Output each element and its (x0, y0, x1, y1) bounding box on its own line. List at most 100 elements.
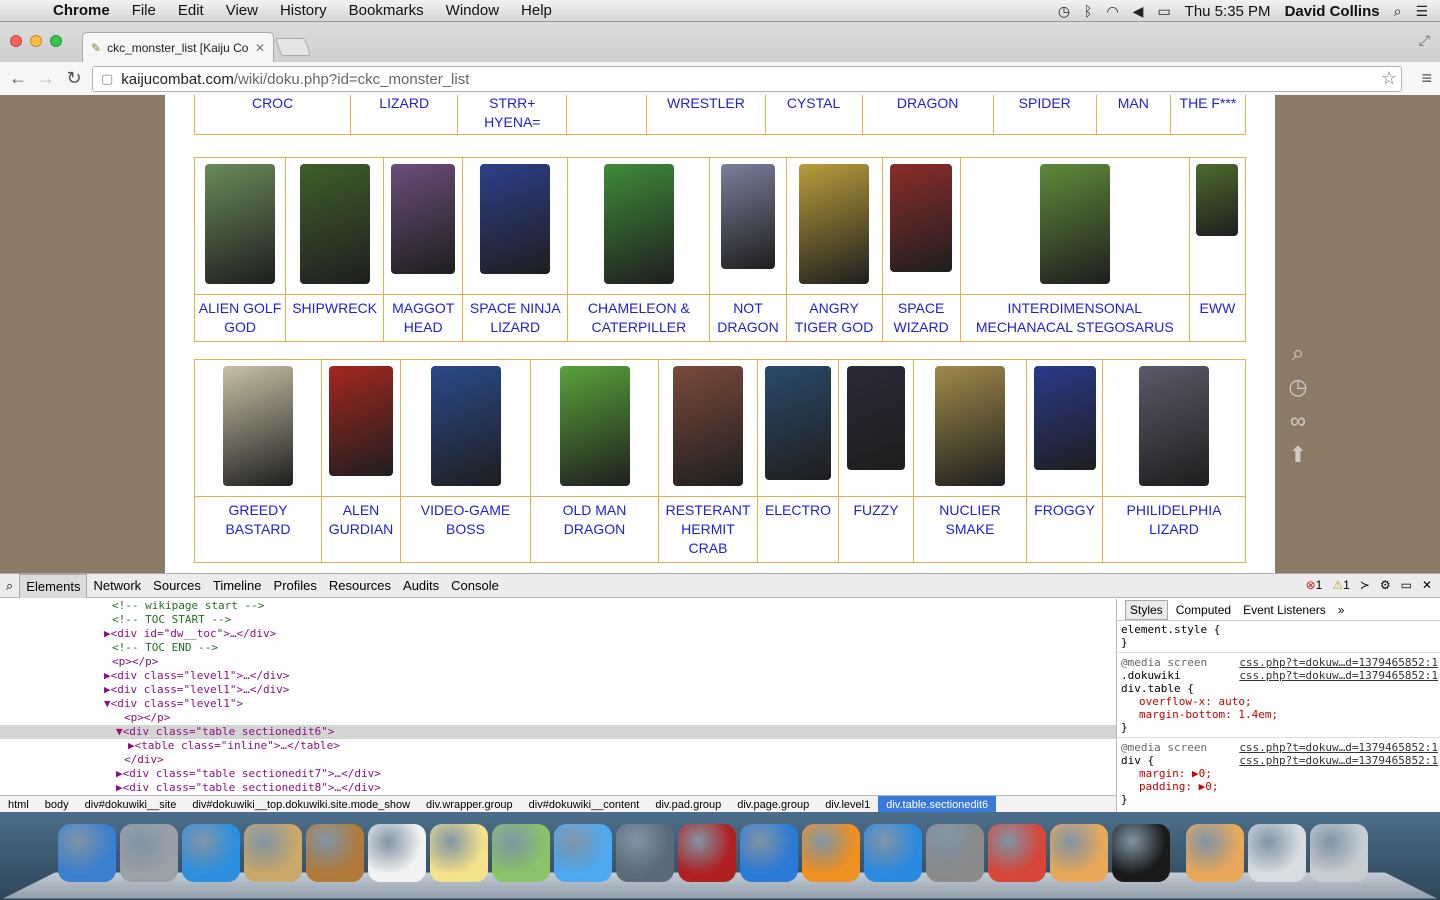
dom-node-line[interactable]: ▶<table class="inline">…</table> (0, 739, 1116, 753)
menu-window[interactable]: Window (435, 2, 510, 19)
tab-audits[interactable]: Audits (397, 574, 445, 598)
menu-bookmarks[interactable]: Bookmarks (338, 2, 435, 19)
style-line[interactable]: element.style { (1117, 623, 1440, 636)
dom-node-line[interactable]: <!-- wikipage start --> (0, 599, 1116, 613)
chrome-icon[interactable] (988, 824, 1046, 882)
monster-link[interactable]: INTERDIMENSONAL MECHANACAL STEGOSARUS (976, 300, 1174, 335)
tab-profiles[interactable]: Profiles (268, 574, 323, 598)
zoom-window-button[interactable] (50, 35, 62, 47)
browser-tab-active[interactable]: ✎ ckc_monster_list [Kaiju Co ✕ (82, 32, 274, 62)
breadcrumb-item[interactable]: div.table.sectionedit6 (878, 795, 997, 814)
tab-resources[interactable]: Resources (323, 574, 397, 598)
forward-icon[interactable]: → (32, 68, 60, 89)
tab-timeline[interactable]: Timeline (207, 574, 268, 598)
monster-link[interactable]: CHAMELEON & CATERPILLER (588, 300, 690, 335)
monster-image[interactable] (1033, 366, 1096, 470)
contacts-icon[interactable] (306, 824, 364, 882)
monster-link[interactable]: FUZZY (853, 502, 898, 518)
monster-image[interactable] (720, 164, 775, 269)
itunes-icon[interactable] (740, 824, 798, 882)
close-tab-icon[interactable]: ✕ (255, 41, 265, 55)
bookmark-star-icon[interactable]: ☆ (1381, 68, 1397, 89)
monster-link[interactable]: WRESTLER (667, 95, 745, 111)
close-devtools-icon[interactable]: ✕ (1422, 578, 1432, 592)
close-window-button[interactable] (10, 35, 22, 47)
tab-network[interactable]: Network (87, 574, 147, 598)
time-machine-icon[interactable]: ◷ (1058, 3, 1070, 20)
monster-link[interactable]: MAGGOT HEAD (392, 300, 454, 335)
mail-icon[interactable] (244, 824, 302, 882)
screenshot-stack-icon[interactable] (1248, 824, 1306, 882)
calendar-icon[interactable] (368, 824, 426, 882)
monster-link[interactable]: GREEDY BASTARD (225, 502, 290, 537)
dom-node-line[interactable]: ▶<div class="table sectionedit7">…</div> (0, 767, 1116, 781)
breadcrumb-item[interactable]: div.pad.group (647, 799, 729, 811)
monster-image[interactable] (299, 164, 370, 284)
style-line[interactable]: } (1117, 636, 1440, 649)
dom-node-line[interactable]: ▼<div class="table sectionedit6"> (0, 725, 1116, 739)
monster-link[interactable]: DRAGON (897, 95, 958, 111)
inspect-search-icon[interactable]: ⌕ (0, 574, 19, 598)
styles-tab[interactable]: Styles (1125, 599, 1168, 620)
tab-console[interactable]: Console (445, 574, 505, 598)
monster-link[interactable]: ALEN GURDIAN (329, 502, 394, 537)
menubar-user[interactable]: David Collins (1285, 3, 1380, 20)
dom-node-line[interactable]: ▶<div id="dw__toc">…</div> (0, 627, 1116, 641)
chrome-menu-icon[interactable]: ≡ (1421, 68, 1432, 89)
notification-center-icon[interactable]: ☰ (1415, 3, 1428, 20)
stylesheet-source-link[interactable]: css.php?t=dokuw…d=1379465852:1 (1239, 669, 1438, 682)
volume-icon[interactable]: ◀ (1133, 3, 1144, 20)
style-line[interactable]: margin-bottom: 1.4em; (1117, 708, 1440, 721)
menu-edit[interactable]: Edit (167, 2, 215, 19)
brackets-icon[interactable] (1112, 824, 1170, 882)
breadcrumb-item[interactable]: div#dokuwiki__site (77, 799, 185, 811)
breadcrumb-item[interactable]: div.page.group (729, 799, 817, 811)
elements-tree[interactable]: <!-- wikipage start --> <!-- TOC START --… (0, 599, 1116, 795)
menu-file[interactable]: File (121, 2, 167, 19)
monster-link[interactable]: EWW (1200, 300, 1236, 316)
monster-image[interactable] (559, 366, 630, 486)
monster-link[interactable]: ANGRY TIGER GOD (795, 300, 874, 335)
computed-tab[interactable]: Computed (1172, 601, 1235, 619)
monster-link[interactable]: ELECTRO (765, 502, 831, 518)
monster-link[interactable]: MAN (1118, 95, 1149, 111)
monster-link[interactable]: OLD MAN DRAGON (563, 502, 627, 537)
monster-image[interactable] (847, 366, 905, 470)
stylesheet-source-link[interactable]: css.php?t=dokuw…d=1379465852:1 (1239, 741, 1438, 754)
ibooks-icon[interactable] (802, 824, 860, 882)
photobooth-icon[interactable] (678, 824, 736, 882)
address-bar[interactable]: ▢ kaijucombat.com/wiki/doku.php?id=ckc_m… (92, 66, 1402, 92)
app-menu[interactable]: Chrome (42, 2, 121, 19)
breadcrumb-item[interactable]: div.wrapper.group (418, 799, 521, 811)
battery-icon[interactable]: ▭ (1157, 3, 1170, 20)
search-icon[interactable]: ⌕ (1285, 340, 1311, 366)
breadcrumb-item[interactable]: div#dokuwiki__content (521, 799, 648, 811)
monster-link[interactable]: LIZARD (379, 95, 429, 111)
menu-help[interactable]: Help (510, 2, 563, 19)
monster-link[interactable]: SPACE NINJA LIZARD (470, 300, 561, 335)
monster-link[interactable]: PHILIDELPHIA LIZARD (1127, 502, 1222, 537)
link-icon[interactable]: ∞ (1285, 408, 1311, 434)
menubar-clock[interactable]: Thu 5:35 PM (1185, 3, 1271, 20)
github-for-mac-icon[interactable] (1186, 824, 1244, 882)
monster-link[interactable]: NUCLIER SMAKE (939, 502, 1000, 537)
monster-link[interactable]: NOT DRAGON (717, 300, 778, 335)
breadcrumb-item[interactable]: div#dokuwiki__top.dokuwiki.site.mode_sho… (184, 799, 418, 811)
monster-image[interactable] (765, 366, 831, 480)
monster-link[interactable]: SPACE WIZARD (894, 300, 949, 335)
warning-count[interactable]: ⚠1 (1332, 578, 1349, 592)
github-icon[interactable] (1050, 824, 1108, 882)
appstore-icon[interactable] (864, 824, 922, 882)
settings-gear-icon[interactable]: ⚙ (1380, 578, 1391, 592)
style-line[interactable]: } (1117, 721, 1440, 734)
monster-image[interactable] (935, 366, 1005, 486)
new-tab-button[interactable] (274, 38, 312, 56)
safari-icon[interactable] (182, 824, 240, 882)
monster-image[interactable] (205, 164, 276, 284)
monster-link[interactable]: ALIEN GOLF GOD (199, 300, 281, 335)
monster-image[interactable] (391, 164, 456, 274)
style-line[interactable]: @media screen css.php?t=dokuw…d=137946585… (1117, 741, 1440, 754)
notes-icon[interactable] (430, 824, 488, 882)
style-line[interactable]: div {css.php?t=dokuw…d=1379465852:1 (1117, 754, 1440, 767)
breadcrumb-item[interactable]: body (37, 799, 77, 811)
